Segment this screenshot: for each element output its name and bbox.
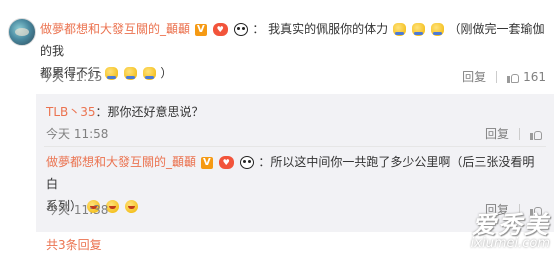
sweat-emoji-icon <box>430 23 444 36</box>
sweat-emoji-icon <box>393 23 407 36</box>
colon: ： <box>252 22 265 36</box>
reply-timestamp: 今天 11:38 <box>46 203 109 217</box>
divider <box>496 70 498 83</box>
comment-text: ） <box>160 66 173 80</box>
comment-timestamp: 今天 11:25 <box>40 70 103 84</box>
sweat-emoji-icon <box>411 23 425 36</box>
vip-level-icon: ♥ <box>212 23 228 36</box>
reply-item: TLB丶35：那你还好意思说？ <box>46 101 541 123</box>
reply-button[interactable]: 回复 <box>485 125 509 142</box>
site-watermark: 爱秀美 ixiumei.com <box>471 205 550 251</box>
comment-username[interactable]: 做夢都想和大發互關的_顳顳 <box>40 22 190 36</box>
watermark-domain: ixiumei.com <box>470 236 550 251</box>
reply-timestamp: 今天 11:58 <box>46 127 109 141</box>
sweat-emoji-icon <box>123 67 137 80</box>
reply-username[interactable]: TLB丶35 <box>46 105 96 119</box>
panda-emoji-icon <box>239 156 254 169</box>
verified-badge-icon: V <box>194 23 207 36</box>
like-thumb-icon[interactable] <box>507 71 520 83</box>
divider <box>519 127 520 140</box>
like-count: 161 <box>523 69 546 84</box>
like-thumb-icon[interactable] <box>530 128 542 140</box>
reply-actions: 回复 <box>485 125 542 142</box>
more-replies-link[interactable]: 共3条回复 <box>46 236 102 253</box>
reply-item: 做夢都想和大發互關的_顳顳 V ♥ ：所以这中间你一共跑了多少公里啊（后三张没看… <box>46 151 541 217</box>
reply-username[interactable]: 做夢都想和大發互關的_顳顳 <box>46 155 196 169</box>
reply-divider <box>44 146 546 147</box>
laugh-cry-emoji-icon <box>124 200 138 213</box>
sweat-emoji-icon <box>142 67 156 80</box>
vip-level-icon: ♥ <box>218 156 234 169</box>
watermark-brand: 爱秀美 <box>472 211 550 239</box>
sweat-emoji-icon <box>104 67 118 80</box>
reply-text: 那你还好意思说？ <box>107 105 204 119</box>
user-avatar[interactable] <box>8 18 36 46</box>
panda-emoji-icon <box>233 23 248 36</box>
colon: ： <box>95 105 108 119</box>
comment-actions: 回复 161 <box>462 68 546 85</box>
comment-text: 我真实的佩服你的体力 <box>268 22 389 36</box>
reply-button[interactable]: 回复 <box>462 68 486 85</box>
verified-badge-icon: V <box>200 156 213 169</box>
colon: ： <box>258 155 271 169</box>
